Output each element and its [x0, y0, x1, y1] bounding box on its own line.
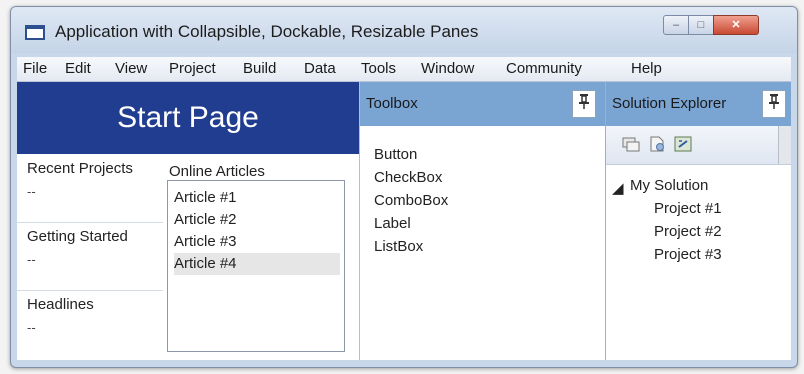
- toolbox-pane: Toolbox Button CheckBox ComboBox Label L…: [360, 82, 606, 360]
- solution-explorer-pane: Solution Explorer ◢ My Solution Project …: [606, 82, 791, 360]
- title-bar[interactable]: Application with Collapsible, Dockable, …: [11, 7, 797, 53]
- start-page-pane: Start Page Recent Projects -- Getting St…: [17, 82, 360, 360]
- toolbox-item-label[interactable]: Label: [374, 215, 411, 232]
- app-window-icon: [25, 25, 45, 40]
- toolbar-scrollbar[interactable]: [778, 126, 791, 164]
- menu-window[interactable]: Window: [421, 60, 474, 77]
- recent-projects-value: --: [27, 184, 36, 199]
- menu-data[interactable]: Data: [304, 60, 336, 77]
- minimize-button[interactable]: –: [663, 15, 689, 35]
- app-window: Application with Collapsible, Dockable, …: [10, 6, 798, 368]
- tree-expander-icon[interactable]: ◢: [612, 179, 624, 197]
- headlines-title[interactable]: Headlines: [27, 296, 94, 313]
- headlines-value: --: [27, 320, 36, 335]
- online-articles-list[interactable]: Article #1 Article #2 Article #3 Article…: [167, 180, 345, 352]
- toolbox-item-button[interactable]: Button: [374, 146, 417, 163]
- recent-projects-section: Recent Projects --: [17, 154, 163, 223]
- getting-started-title[interactable]: Getting Started: [27, 228, 128, 245]
- pane-area: Start Page Recent Projects -- Getting St…: [17, 82, 791, 360]
- tree-item-project[interactable]: Project #1: [654, 200, 722, 217]
- window-title: Application with Collapsible, Dockable, …: [55, 22, 479, 41]
- article-item[interactable]: Article #2: [174, 209, 340, 231]
- getting-started-section: Getting Started --: [17, 222, 163, 291]
- toolbox-item-checkbox[interactable]: CheckBox: [374, 169, 442, 186]
- solution-explorer-header[interactable]: Solution Explorer: [606, 82, 791, 126]
- menu-help[interactable]: Help: [631, 60, 662, 77]
- article-item[interactable]: Article #3: [174, 231, 340, 253]
- article-item-selected[interactable]: Article #4: [174, 253, 340, 275]
- menu-build[interactable]: Build: [243, 60, 276, 77]
- toolbox-item-combobox[interactable]: ComboBox: [374, 192, 448, 209]
- solution-explorer-toolbar: [606, 126, 791, 165]
- refresh-icon[interactable]: [674, 136, 692, 152]
- menu-edit[interactable]: Edit: [65, 60, 91, 77]
- toolbox-title: Toolbox: [366, 95, 418, 112]
- start-page-banner: Start Page: [17, 82, 359, 154]
- article-item[interactable]: Article #1: [174, 187, 340, 209]
- toolbox-header[interactable]: Toolbox: [360, 82, 605, 126]
- toolbox-item-listbox[interactable]: ListBox: [374, 238, 423, 255]
- online-articles-title: Online Articles: [169, 163, 265, 180]
- menu-tools[interactable]: Tools: [361, 60, 396, 77]
- document-icon[interactable]: [648, 136, 666, 152]
- recent-projects-title[interactable]: Recent Projects: [27, 160, 133, 177]
- menu-file[interactable]: File: [23, 60, 47, 77]
- menu-community[interactable]: Community: [506, 60, 582, 77]
- solution-explorer-title: Solution Explorer: [612, 95, 727, 112]
- tree-item-project[interactable]: Project #3: [654, 246, 722, 263]
- close-button[interactable]: ✕: [713, 15, 759, 35]
- folder-icon[interactable]: [622, 136, 640, 152]
- getting-started-value: --: [27, 252, 36, 267]
- menu-bar: File Edit View Project Build Data Tools …: [17, 57, 791, 82]
- tree-root-my-solution[interactable]: My Solution: [630, 177, 708, 194]
- maximize-button[interactable]: □: [688, 15, 714, 35]
- menu-project[interactable]: Project: [169, 60, 216, 77]
- pin-icon[interactable]: [572, 90, 596, 118]
- pin-icon[interactable]: [762, 90, 786, 118]
- headlines-section: Headlines --: [17, 290, 163, 358]
- menu-view[interactable]: View: [115, 60, 147, 77]
- tree-item-project[interactable]: Project #2: [654, 223, 722, 240]
